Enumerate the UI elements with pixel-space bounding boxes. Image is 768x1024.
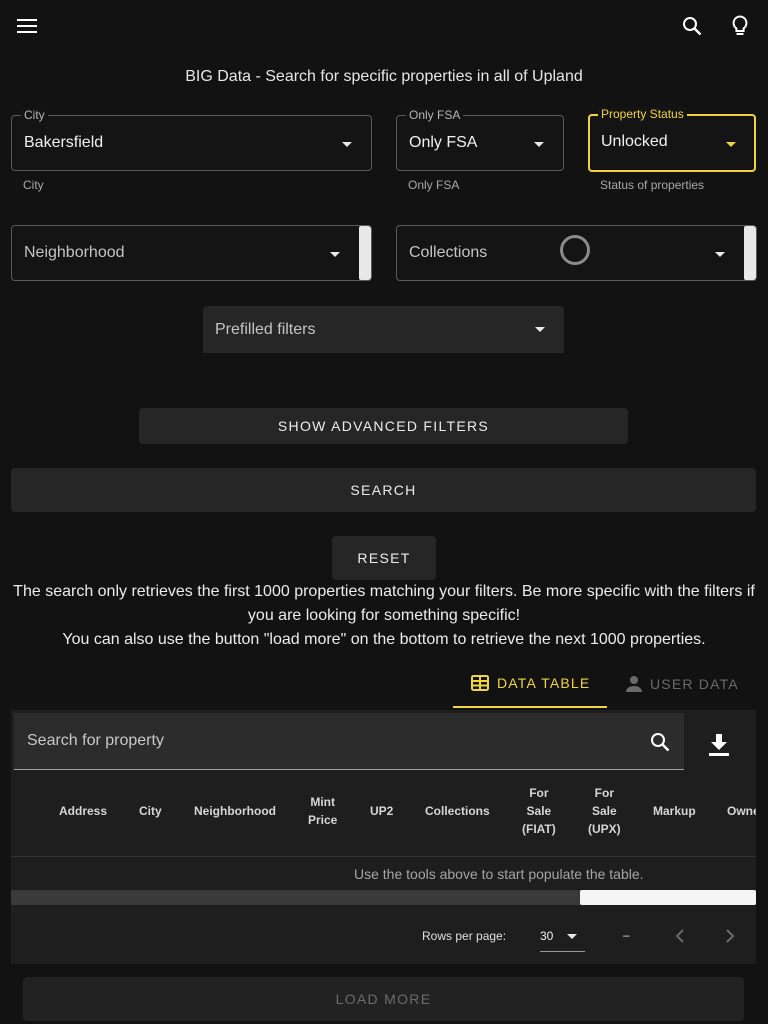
hamburger-menu-icon bbox=[17, 19, 37, 33]
search-submit-button[interactable]: SEARCH bbox=[11, 468, 756, 512]
download-icon[interactable] bbox=[708, 733, 730, 757]
chevron-down-icon bbox=[567, 934, 577, 939]
neighborhood-placeholder: Neighborhood bbox=[24, 244, 125, 261]
reset-button[interactable]: RESET bbox=[332, 536, 436, 580]
column-header-owner[interactable]: Owne bbox=[727, 802, 756, 820]
chevron-down-icon bbox=[715, 252, 725, 257]
chevron-down-icon bbox=[726, 142, 736, 147]
property-status-helper-text: Status of properties bbox=[600, 178, 705, 192]
previous-page-icon[interactable] bbox=[674, 928, 686, 944]
only-fsa-select[interactable]: Only FSA Only FSA bbox=[396, 108, 564, 171]
only-fsa-helper-text: Only FSA bbox=[408, 178, 460, 192]
city-value: Bakersfield bbox=[24, 134, 104, 151]
property-search-input[interactable]: Search for property bbox=[14, 713, 684, 770]
property-status-value: Unlocked bbox=[601, 133, 668, 150]
scrollbar-thumb[interactable] bbox=[580, 890, 756, 905]
scroll-strip bbox=[359, 226, 371, 280]
chevron-down-icon bbox=[330, 252, 340, 257]
chevron-down-icon bbox=[342, 142, 352, 147]
data-table-panel: Search for property Address City Neighbo… bbox=[11, 710, 756, 964]
column-header-markup[interactable]: Markup bbox=[653, 802, 696, 820]
lightbulb-icon bbox=[732, 15, 748, 35]
theme-toggle-button[interactable] bbox=[724, 10, 756, 42]
column-header-neighborhood[interactable]: Neighborhood bbox=[194, 802, 276, 820]
property-status-select[interactable]: Property Status Unlocked bbox=[588, 107, 756, 172]
only-fsa-value: Only FSA bbox=[409, 134, 478, 151]
info-text-line-3: You can also use the button "load more" … bbox=[62, 631, 706, 648]
menu-button[interactable] bbox=[11, 10, 43, 42]
city-select[interactable]: City Bakersfield bbox=[11, 108, 372, 171]
loading-spinner-icon bbox=[560, 235, 590, 265]
tab-user-data-label: USER DATA bbox=[650, 676, 739, 692]
chevron-down-icon bbox=[534, 142, 544, 147]
search-icon[interactable] bbox=[650, 732, 670, 752]
info-text-line-2: you are looking for something specific! bbox=[247, 607, 521, 624]
table-empty-message: Use the tools above to start populate th… bbox=[354, 866, 644, 882]
rows-per-page-select[interactable]: 30 bbox=[540, 924, 585, 952]
rows-per-page-label: Rows per page: bbox=[422, 929, 507, 943]
next-page-icon[interactable] bbox=[724, 928, 736, 944]
collections-select[interactable]: Collections bbox=[396, 225, 757, 281]
city-label: City bbox=[21, 108, 48, 122]
collections-placeholder: Collections bbox=[409, 244, 488, 261]
load-more-button[interactable]: LOAD MORE bbox=[23, 977, 744, 1021]
column-header-collections[interactable]: Collections bbox=[425, 802, 490, 820]
column-header-city[interactable]: City bbox=[139, 802, 162, 820]
search-button[interactable] bbox=[676, 10, 708, 42]
column-header-address[interactable]: Address bbox=[59, 802, 107, 820]
neighborhood-select[interactable]: Neighborhood bbox=[11, 225, 372, 281]
table-icon bbox=[471, 675, 489, 691]
property-search-placeholder: Search for property bbox=[27, 732, 164, 749]
scroll-strip bbox=[744, 226, 756, 280]
pagination-range: – bbox=[623, 928, 630, 942]
active-tab-indicator bbox=[453, 706, 607, 708]
person-icon bbox=[626, 676, 642, 692]
column-header-for-sale-upx[interactable]: For Sale (UPX) bbox=[588, 784, 621, 838]
column-header-mint-price[interactable]: Mint Price bbox=[308, 793, 337, 829]
prefilled-filters-placeholder: Prefilled filters bbox=[215, 321, 316, 338]
prefilled-filters-select[interactable]: Prefilled filters bbox=[203, 306, 564, 353]
column-header-up2[interactable]: UP2 bbox=[370, 802, 393, 820]
horizontal-scrollbar[interactable] bbox=[11, 890, 756, 905]
tab-data-table[interactable]: DATA TABLE bbox=[471, 675, 590, 691]
chevron-down-icon bbox=[535, 327, 545, 332]
only-fsa-label: Only FSA bbox=[406, 108, 464, 122]
tab-data-table-label: DATA TABLE bbox=[497, 675, 591, 691]
rows-per-page-value: 30 bbox=[540, 929, 554, 943]
info-text-line-1: The search only retrieves the first 1000… bbox=[13, 583, 755, 600]
search-icon bbox=[683, 17, 702, 36]
header-divider bbox=[11, 856, 756, 857]
city-helper-text: City bbox=[23, 178, 44, 192]
show-advanced-filters-button[interactable]: SHOW ADVANCED FILTERS bbox=[139, 408, 628, 444]
property-status-label: Property Status bbox=[598, 107, 687, 121]
column-header-for-sale-fiat[interactable]: For Sale (FIAT) bbox=[522, 784, 556, 838]
tab-user-data[interactable]: USER DATA bbox=[626, 675, 739, 693]
page-title: BIG Data - Search for specific propertie… bbox=[185, 68, 583, 85]
